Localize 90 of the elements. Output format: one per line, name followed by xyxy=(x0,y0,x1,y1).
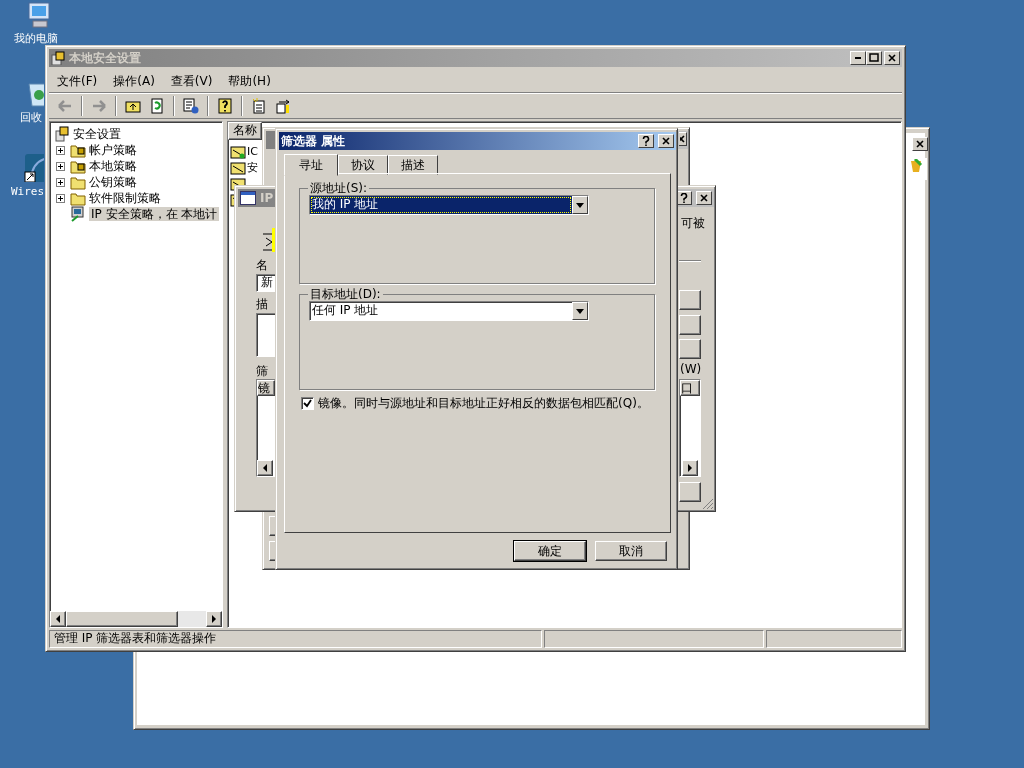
address-dropdown[interactable]: 我的 IP 地址 xyxy=(309,195,589,215)
instruction-text: 可被 xyxy=(681,216,705,231)
expand-icon[interactable] xyxy=(56,193,65,203)
dropdown-value: 我的 IP 地址 xyxy=(310,196,572,214)
description-field[interactable] xyxy=(256,313,276,357)
tab[interactable]: 协议 xyxy=(338,155,388,176)
menu-item[interactable]: 帮助(H) xyxy=(228,74,271,89)
icon-label[interactable]: 回收 xyxy=(20,112,42,124)
horizontal-scrollbar[interactable] xyxy=(50,611,222,627)
expand-icon[interactable] xyxy=(56,145,65,155)
field-label: 筛 xyxy=(256,364,268,379)
maximize-icon xyxy=(869,53,879,63)
computer-icon xyxy=(70,206,86,222)
dialog-button[interactable] xyxy=(679,290,701,310)
dialog-button[interactable] xyxy=(679,315,701,335)
tree-item[interactable]: 软件限制策略 xyxy=(89,190,161,206)
checkbox[interactable] xyxy=(301,396,314,410)
dialog-button[interactable] xyxy=(679,339,701,359)
minimize-icon xyxy=(855,57,861,59)
dialog-title: 筛选器 属性 xyxy=(281,133,346,149)
tab[interactable]: 描述 xyxy=(388,155,438,176)
right-arrow-icon[interactable] xyxy=(687,464,693,472)
help-icon[interactable] xyxy=(217,98,233,114)
tree-item[interactable]: 安全设置 xyxy=(73,126,121,142)
menu-item[interactable]: 查看(V) xyxy=(170,74,213,89)
name-field[interactable]: 新 xyxy=(256,274,276,292)
window-icon xyxy=(240,191,256,205)
folder-icon xyxy=(70,190,86,206)
icon-label[interactable]: Wires xyxy=(11,186,45,198)
address-dropdown[interactable]: 任何 IP 地址 xyxy=(309,301,589,321)
shortcut-icon[interactable] xyxy=(23,152,44,182)
status-bar-text: 管理 IP 筛选器表和筛选器操作 xyxy=(49,630,542,648)
new-document-icon[interactable] xyxy=(251,98,267,114)
group-label: 目标地址(D): xyxy=(308,287,383,302)
tree-item[interactable]: IP 安全策略，在 本地计 xyxy=(89,206,220,222)
window-title: 本地安全设置 xyxy=(69,50,141,66)
help-icon xyxy=(642,136,650,146)
export-list-icon[interactable] xyxy=(183,98,199,114)
resize-grip-icon[interactable] xyxy=(702,498,714,510)
field-label: 描 xyxy=(256,297,268,312)
checkmark-icon xyxy=(303,398,312,408)
icon-label[interactable]: 我的电脑 xyxy=(14,33,58,45)
security-settings-icon xyxy=(54,126,70,142)
security-settings-icon xyxy=(51,51,65,65)
dialog-button[interactable]: 取消 xyxy=(595,541,667,561)
filter-list-icon xyxy=(230,144,246,160)
help-button[interactable] xyxy=(638,134,654,148)
dropdown-value: 任何 IP 地址 xyxy=(311,302,380,319)
help-icon xyxy=(680,193,688,203)
left-arrow-icon[interactable] xyxy=(262,464,268,472)
minimize-button[interactable] xyxy=(850,51,866,65)
locked-folder-icon xyxy=(70,142,86,158)
menu-item[interactable]: 操作(A) xyxy=(113,74,155,89)
menu-item[interactable]: 文件(F) xyxy=(57,74,98,89)
close-button[interactable] xyxy=(658,134,674,148)
close-button[interactable] xyxy=(696,191,712,205)
tab[interactable]: 寻址 xyxy=(284,154,338,177)
dialog-button[interactable] xyxy=(679,482,701,502)
column-header[interactable]: 名称 xyxy=(228,122,262,140)
filter-list-icon xyxy=(230,160,246,176)
shortcut-label: (W) xyxy=(680,362,702,377)
dropdown-arrow-icon[interactable] xyxy=(576,202,584,208)
dialog-button[interactable]: 确定 xyxy=(514,541,586,561)
refresh-icon[interactable] xyxy=(149,98,165,114)
expand-icon[interactable] xyxy=(56,177,65,187)
locked-folder-icon xyxy=(70,158,86,174)
import-icon[interactable] xyxy=(275,98,291,114)
dropdown-arrow-icon[interactable] xyxy=(576,308,584,314)
expand-icon[interactable] xyxy=(56,161,65,171)
group-label: 源地址(S): xyxy=(308,181,370,196)
filter-list[interactable]: 镜 xyxy=(256,379,276,477)
column-header[interactable]: 镜 xyxy=(257,380,275,396)
up-folder-icon[interactable] xyxy=(125,98,141,114)
checkbox-label[interactable]: 镜像。同时与源地址和目标地址正好相反的数据包相匹配(Q)。 xyxy=(318,396,649,411)
field-label: 名 xyxy=(256,258,268,273)
filter-list[interactable]: 口 xyxy=(679,379,701,477)
right-arrow-icon[interactable] xyxy=(211,615,217,623)
list-item[interactable]: 安 xyxy=(247,161,258,175)
column-header[interactable]: 口 xyxy=(680,380,700,396)
maximize-button[interactable] xyxy=(866,51,882,65)
dialog-title: IP xyxy=(260,190,274,206)
close-button[interactable] xyxy=(884,51,900,65)
folder-icon xyxy=(70,174,86,190)
left-arrow-icon[interactable] xyxy=(55,615,61,623)
tree-item[interactable]: 帐户策略 xyxy=(89,142,137,158)
tree-item[interactable]: 本地策略 xyxy=(89,158,137,174)
list-item[interactable]: IC xyxy=(247,145,258,159)
tree-item[interactable]: 公钥策略 xyxy=(89,174,137,190)
close-button[interactable] xyxy=(912,137,928,151)
window-logo-icon xyxy=(909,158,923,173)
